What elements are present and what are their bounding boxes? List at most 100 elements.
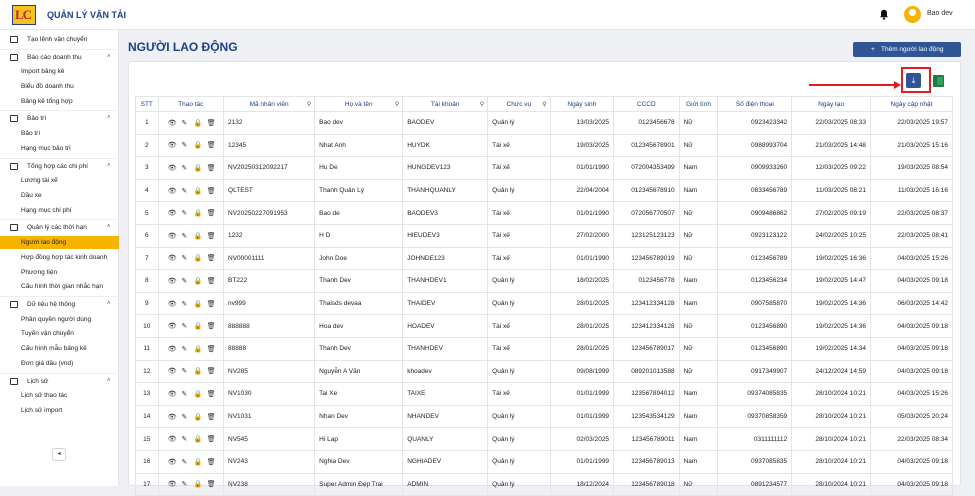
sidebar-group-8[interactable]: Tổng hợp các chi phí ˄ <box>0 160 119 173</box>
edit-icon[interactable]: ✎ <box>181 232 188 240</box>
delete-icon[interactable]: 🗑 <box>207 435 216 443</box>
delete-icon[interactable]: 🗑 <box>207 254 216 262</box>
delete-icon[interactable]: 🗑 <box>207 300 216 308</box>
delete-icon[interactable]: 🗑 <box>207 480 216 488</box>
logo[interactable]: LC <box>12 5 36 25</box>
lock-icon[interactable]: 🔒 <box>194 390 203 398</box>
delete-icon[interactable]: 🗑 <box>207 164 216 172</box>
table-row[interactable]: 4 👁 ✎ 🔒 🗑 QLTEST Thanh Quản Lý THANHQUANLY Quản … <box>135 178 953 203</box>
lock-icon[interactable]: 🔒 <box>194 187 203 195</box>
search-icon[interactable]: ⚲ <box>542 101 546 108</box>
sidebar-item-13[interactable]: Người lao động <box>0 235 119 249</box>
edit-icon[interactable]: ✎ <box>181 367 188 375</box>
table-row[interactable]: 14 👁 ✎ 🔒 🗑 NV1031 Nhan Dev NHANDEV Quản lý 01/01/… <box>135 404 953 429</box>
edit-icon[interactable]: ✎ <box>181 119 188 127</box>
sidebar-item-16[interactable]: Cấu hình thời gian nhắc hạn <box>0 280 119 293</box>
lock-icon[interactable]: 🔒 <box>194 141 203 149</box>
lock-icon[interactable]: 🔒 <box>194 164 203 172</box>
delete-icon[interactable]: 🗑 <box>207 413 216 421</box>
view-icon[interactable]: 👁 <box>168 480 177 488</box>
sidebar-item-7[interactable]: Hạng mục bảo trì <box>0 142 119 155</box>
table-row[interactable]: 9 👁 ✎ 🔒 🗑 nv999 Thaisds devaa THAIDEV Quản lý 28/… <box>135 291 953 316</box>
delete-icon[interactable]: 🗑 <box>207 458 216 466</box>
edit-icon[interactable]: ✎ <box>181 345 188 353</box>
user-name[interactable]: Bao dev <box>927 10 953 17</box>
edit-icon[interactable]: ✎ <box>181 413 188 421</box>
edit-icon[interactable]: ✎ <box>181 480 188 488</box>
bell-icon[interactable] <box>879 9 889 20</box>
lock-icon[interactable]: 🔒 <box>194 322 203 330</box>
sidebar-item-19[interactable]: Tuyến vận chuyển <box>0 327 119 340</box>
table-row[interactable]: 11 👁 ✎ 🔒 🗑 88888 Thanh Dev THANHDEV Tài xế 28/01/… <box>135 336 953 361</box>
view-icon[interactable]: 👁 <box>168 458 177 466</box>
table-row[interactable]: 17 👁 ✎ 🔒 🗑 NV238 Super Admin Đẹp Trai ADMIN Quản… <box>135 472 953 496</box>
sidebar-group-1[interactable]: Báo cáo doanh thu ˄ <box>0 51 119 64</box>
table-row[interactable]: 2 👁 ✎ 🔒 🗑 12345 Nhat Anh HUYDK Tài xế 19/03/2025 0… <box>135 133 953 158</box>
view-icon[interactable]: 👁 <box>168 322 177 330</box>
sidebar-item-11[interactable]: Hạng mục chi phí <box>0 204 119 217</box>
sidebar-group-5[interactable]: Bảo trì ˄ <box>0 112 119 125</box>
sidebar-item-3[interactable]: Biểu đồ doanh thu <box>0 80 119 93</box>
lock-icon[interactable]: 🔒 <box>194 232 203 240</box>
lock-icon[interactable]: 🔒 <box>194 435 203 443</box>
chevron-up-icon[interactable]: ˄ <box>107 112 111 125</box>
chevron-up-icon[interactable]: ˄ <box>107 160 111 173</box>
sidebar-item-9[interactable]: Lương tài xế <box>0 174 119 187</box>
table-row[interactable]: 12 👁 ✎ 🔒 🗑 NV285 Nguyễn A Văn khoadev Quản lý 09/… <box>135 359 953 384</box>
view-icon[interactable]: 👁 <box>168 390 177 398</box>
lock-icon[interactable]: 🔒 <box>194 254 203 262</box>
edit-icon[interactable]: ✎ <box>181 435 188 443</box>
table-row[interactable]: 13 👁 ✎ 🔒 🗑 NV1030 Tai Xe TAIXE Tài xế 01/01/1999 1… <box>135 382 953 406</box>
chevron-up-icon[interactable]: ˄ <box>107 375 111 388</box>
table-row[interactable]: 10 👁 ✎ 🔒 🗑 888888 Hoa dev HOADEV Tài xế 28/01/202… <box>135 314 953 338</box>
chevron-up-icon[interactable]: ˄ <box>107 51 111 64</box>
chevron-up-icon[interactable]: ˄ <box>107 221 111 234</box>
sidebar-item-18[interactable]: Phân quyền người dùng <box>0 313 119 326</box>
delete-icon[interactable]: 🗑 <box>207 390 216 398</box>
sidebar-item-21[interactable]: Đơn giá dầu (vnd) <box>0 357 119 370</box>
edit-icon[interactable]: ✎ <box>181 322 188 330</box>
table-row[interactable]: 15 👁 ✎ 🔒 🗑 NV545 Hi Lap QUANLY Quản lý 02/03/2025… <box>135 427 953 451</box>
sidebar-item-2[interactable]: Import bảng kê <box>0 65 119 78</box>
lock-icon[interactable]: 🔒 <box>194 413 203 421</box>
search-icon[interactable]: ⚲ <box>307 101 311 108</box>
table-row[interactable]: 8 👁 ✎ 🔒 🗑 BT222 Thanh Dev THANHDEV1 Quản lý 18/02… <box>135 269 953 293</box>
view-icon[interactable]: 👁 <box>168 164 177 172</box>
lock-icon[interactable]: 🔒 <box>194 345 203 353</box>
edit-icon[interactable]: ✎ <box>181 141 188 149</box>
edit-icon[interactable]: ✎ <box>181 209 188 217</box>
sidebar-item-6[interactable]: Bảo trì <box>0 127 119 140</box>
delete-icon[interactable]: 🗑 <box>207 232 216 240</box>
view-icon[interactable]: 👁 <box>168 254 177 262</box>
table-row[interactable]: 5 👁 ✎ 🔒 🗑 NV20250227091953 Bao de BAODEV3 Tài xế… <box>135 201 953 225</box>
excel-icon[interactable] <box>933 75 944 87</box>
table-row[interactable]: 16 👁 ✎ 🔒 🗑 NV243 Nghia Dev NGHIADEV Quản lý 01/01… <box>135 449 953 474</box>
sidebar-group-12[interactable]: Quản lý các thời hạn ˄ <box>0 221 119 234</box>
delete-icon[interactable]: 🗑 <box>207 367 216 375</box>
sidebar-group-22[interactable]: Lịch sử ˄ <box>0 375 119 388</box>
edit-icon[interactable]: ✎ <box>181 300 188 308</box>
avatar[interactable] <box>904 6 921 23</box>
delete-icon[interactable]: 🗑 <box>207 141 216 149</box>
lock-icon[interactable]: 🔒 <box>194 480 203 488</box>
view-icon[interactable]: 👁 <box>168 300 177 308</box>
lock-icon[interactable]: 🔒 <box>194 277 203 285</box>
edit-icon[interactable]: ✎ <box>181 277 188 285</box>
edit-icon[interactable]: ✎ <box>181 254 188 262</box>
add-employee-button[interactable]: + Thêm người lao động <box>853 42 961 57</box>
sidebar-item-10[interactable]: Dầu xe <box>0 189 119 202</box>
sidebar-group-17[interactable]: Dữ liệu hệ thống ˄ <box>0 298 119 311</box>
lock-icon[interactable]: 🔒 <box>194 300 203 308</box>
collapse-sidebar-button[interactable]: ◂ <box>52 448 66 461</box>
delete-icon[interactable]: 🗑 <box>207 187 216 195</box>
lock-icon[interactable]: 🔒 <box>194 367 203 375</box>
view-icon[interactable]: 👁 <box>168 367 177 375</box>
delete-icon[interactable]: 🗑 <box>207 345 216 353</box>
sidebar-item-4[interactable]: Bảng kê tổng hợp <box>0 95 119 108</box>
view-icon[interactable]: 👁 <box>168 232 177 240</box>
table-row[interactable]: 3 👁 ✎ 🔒 🗑 NV20250312092217 Hu De HUNGDEV123 Tài … <box>135 156 953 180</box>
sidebar-item-23[interactable]: Lịch sử thao tác <box>0 389 119 402</box>
edit-icon[interactable]: ✎ <box>181 187 188 195</box>
view-icon[interactable]: 👁 <box>168 119 177 127</box>
sidebar-group-0[interactable]: Tạo lệnh vận chuyển <box>0 33 119 46</box>
